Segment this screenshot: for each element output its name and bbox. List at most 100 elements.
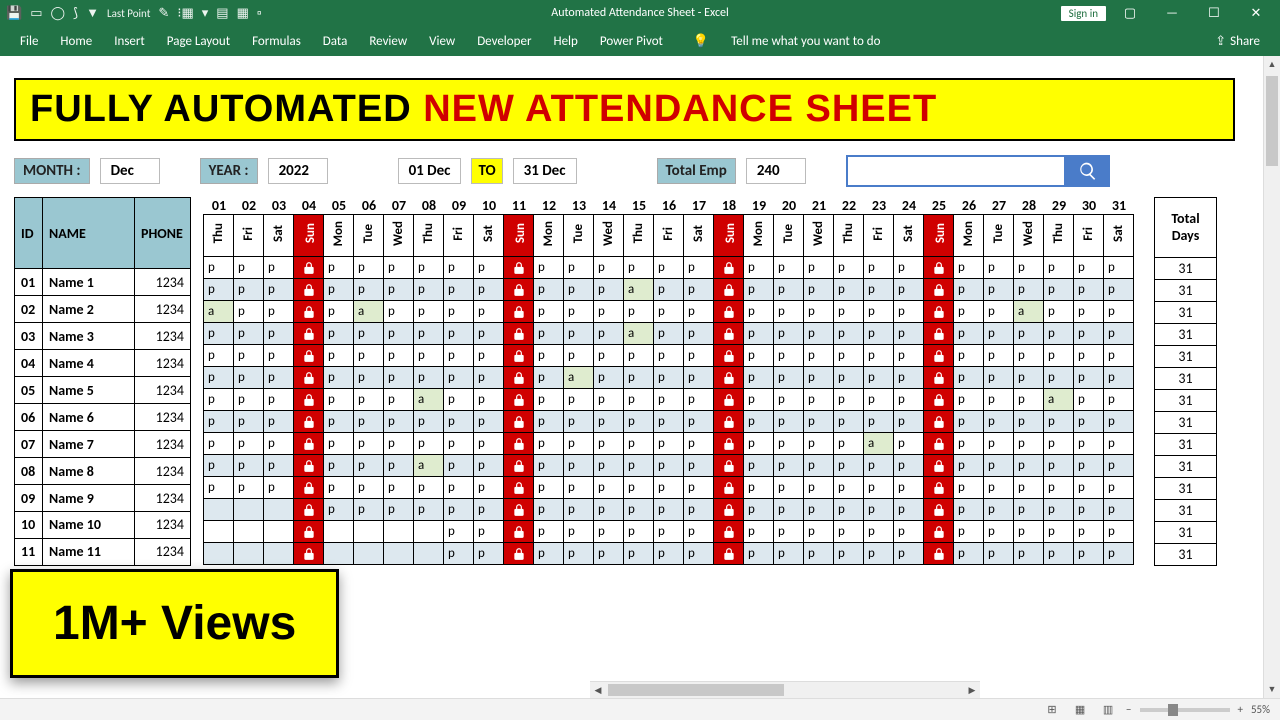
attendance-cell[interactable]: p	[774, 345, 804, 367]
attendance-cell[interactable]: a	[1014, 301, 1044, 323]
attendance-cell[interactable]: p	[1014, 433, 1044, 455]
attendance-cell[interactable]: p	[744, 257, 774, 279]
attendance-cell[interactable]: p	[774, 257, 804, 279]
table-icon[interactable]: ▦	[237, 7, 249, 20]
attendance-cell[interactable]: p	[564, 543, 594, 565]
attendance-cell[interactable]: p	[1074, 521, 1104, 543]
attendance-cell[interactable]: p	[594, 521, 624, 543]
attendance-cell[interactable]	[294, 477, 324, 499]
attendance-cell[interactable]: a	[204, 301, 234, 323]
attendance-cell[interactable]: p	[1044, 301, 1074, 323]
attendance-cell[interactable]: p	[324, 433, 354, 455]
cell-name[interactable]: Name 7	[43, 431, 135, 458]
page-break-view-icon[interactable]: ▥	[1098, 702, 1118, 717]
zoom-out-icon[interactable]: −	[1126, 703, 1131, 716]
attendance-cell[interactable]: p	[684, 257, 714, 279]
attendance-cell[interactable]: p	[1014, 477, 1044, 499]
attendance-cell[interactable]: p	[534, 389, 564, 411]
attendance-cell[interactable]: p	[354, 389, 384, 411]
attendance-cell[interactable]: p	[774, 367, 804, 389]
attendance-cell[interactable]: p	[1044, 477, 1074, 499]
attendance-cell[interactable]: p	[534, 499, 564, 521]
attendance-cell[interactable]	[504, 301, 534, 323]
attendance-cell[interactable]: p	[834, 455, 864, 477]
attendance-cell[interactable]: p	[774, 411, 804, 433]
attendance-cell[interactable]: p	[1104, 455, 1134, 477]
attendance-cell[interactable]: p	[1044, 499, 1074, 521]
attendance-cell[interactable]	[294, 279, 324, 301]
attendance-cell[interactable]: p	[654, 521, 684, 543]
attendance-cell[interactable]	[924, 477, 954, 499]
attendance-cell[interactable]: p	[354, 367, 384, 389]
attendance-cell[interactable]: p	[654, 345, 684, 367]
attendance-cell[interactable]: p	[954, 257, 984, 279]
attendance-cell[interactable]	[924, 389, 954, 411]
attendance-cell[interactable]: p	[774, 477, 804, 499]
attendance-cell[interactable]: p	[864, 543, 894, 565]
attendance-cell[interactable]: p	[384, 367, 414, 389]
attendance-cell[interactable]: p	[834, 301, 864, 323]
scroll-left-icon[interactable]: ◀	[590, 682, 606, 698]
cell-id[interactable]: 08	[15, 458, 43, 485]
attendance-cell[interactable]: p	[984, 411, 1014, 433]
table-row[interactable]: 01Name 11234	[15, 269, 191, 296]
attendance-cell[interactable]: p	[804, 367, 834, 389]
attendance-cell[interactable]: p	[834, 323, 864, 345]
attendance-cell[interactable]: p	[1014, 499, 1044, 521]
attendance-cell[interactable]: p	[444, 279, 474, 301]
attendance-cell[interactable]: p	[684, 543, 714, 565]
attendance-cell[interactable]: p	[654, 433, 684, 455]
attendance-cell[interactable]: p	[384, 345, 414, 367]
zoom-thumb[interactable]	[1168, 704, 1178, 716]
attendance-cell[interactable]: a	[354, 301, 384, 323]
attendance-cell[interactable]: p	[774, 389, 804, 411]
attendance-cell[interactable]: p	[954, 389, 984, 411]
month-value[interactable]: Dec	[100, 158, 160, 184]
attendance-cell[interactable]: p	[774, 455, 804, 477]
attendance-cell[interactable]	[924, 345, 954, 367]
attendance-cell[interactable]: p	[384, 477, 414, 499]
attendance-cell[interactable]: p	[234, 411, 264, 433]
attendance-cell[interactable]	[264, 521, 294, 543]
attendance-cell[interactable]: p	[624, 367, 654, 389]
attendance-cell[interactable]: p	[444, 411, 474, 433]
maximize-icon[interactable]: ☐	[1196, 6, 1232, 21]
scroll-down-icon[interactable]: ▼	[1264, 681, 1280, 698]
tab-page-layout[interactable]: Page Layout	[167, 34, 230, 49]
attendance-cell[interactable]: p	[954, 345, 984, 367]
attendance-cell[interactable]: p	[264, 257, 294, 279]
attendance-cell[interactable]: p	[1104, 543, 1134, 565]
attendance-cell[interactable]: p	[1044, 543, 1074, 565]
attendance-cell[interactable]: p	[534, 411, 564, 433]
vertical-scrollbar[interactable]: ▲ ▼	[1263, 56, 1280, 698]
attendance-cell[interactable]: p	[1014, 345, 1044, 367]
cell-phone[interactable]: 1234	[135, 350, 191, 377]
tell-me-input[interactable]: Tell me what you want to do	[731, 34, 880, 49]
attendance-cell[interactable]: p	[204, 411, 234, 433]
attendance-cell[interactable]	[924, 257, 954, 279]
attendance-cell[interactable]	[924, 367, 954, 389]
cell-id[interactable]: 04	[15, 350, 43, 377]
attendance-cell[interactable]: p	[534, 543, 564, 565]
filter-icon[interactable]: ⟆	[73, 7, 78, 20]
attendance-cell[interactable]: p	[1014, 367, 1044, 389]
attendance-cell[interactable]: p	[744, 323, 774, 345]
table-row[interactable]: 03Name 31234	[15, 323, 191, 350]
normal-view-icon[interactable]: ⊞	[1042, 702, 1062, 717]
attendance-cell[interactable]: p	[414, 257, 444, 279]
attendance-cell[interactable]: p	[624, 389, 654, 411]
table-row[interactable]: 11Name 111234	[15, 538, 191, 565]
attendance-cell[interactable]	[354, 543, 384, 565]
attendance-cell[interactable]: p	[894, 455, 924, 477]
cell-phone[interactable]: 1234	[135, 538, 191, 565]
attendance-cell[interactable]: p	[624, 543, 654, 565]
attendance-cell[interactable]: p	[1074, 543, 1104, 565]
attendance-cell[interactable]: p	[744, 455, 774, 477]
attendance-cell[interactable]: p	[414, 433, 444, 455]
attendance-cell[interactable]: p	[864, 279, 894, 301]
attendance-cell[interactable]: p	[654, 301, 684, 323]
attendance-cell[interactable]: p	[954, 543, 984, 565]
total-days-cell[interactable]: 31	[1155, 522, 1217, 544]
attendance-cell[interactable]: p	[594, 477, 624, 499]
tab-home[interactable]: Home	[60, 34, 92, 49]
